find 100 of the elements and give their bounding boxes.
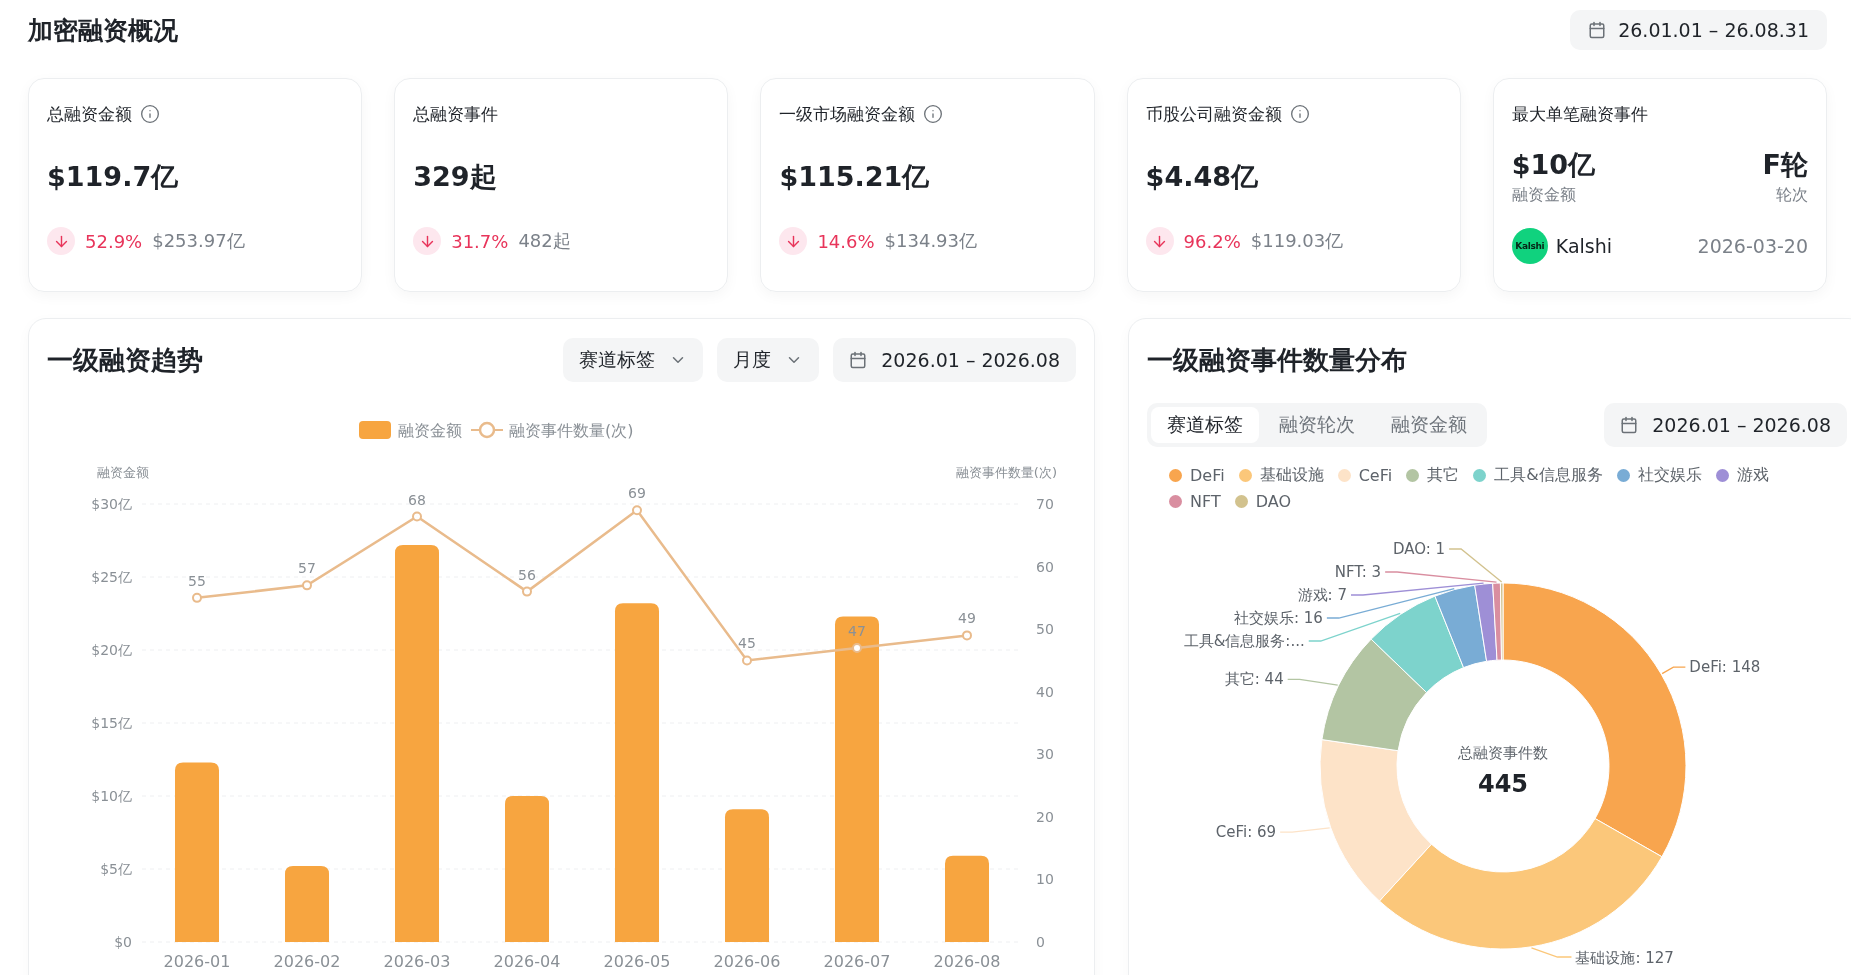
donut-slice[interactable] — [1370, 595, 1465, 693]
previous-value: $134.93亿 — [884, 229, 977, 253]
bar[interactable] — [945, 855, 989, 942]
bar[interactable] — [835, 616, 879, 942]
tick-label: 40 — [1036, 683, 1054, 700]
data-label: 68 — [408, 491, 426, 508]
tick-label: 2026-08 — [933, 952, 1001, 971]
data-label: 56 — [518, 566, 536, 583]
data-label: 69 — [628, 485, 646, 502]
card-title: 最大单笔融资事件 — [1511, 102, 1648, 126]
bar[interactable] — [175, 762, 219, 942]
slice-label: DAO: 1 — [1392, 540, 1446, 558]
info-icon[interactable] — [923, 104, 944, 124]
tick-label: $30亿 — [91, 496, 132, 512]
tab[interactable]: 融资轮次 — [1263, 407, 1371, 443]
info-icon[interactable] — [140, 104, 160, 124]
filter-dropdown[interactable]: 赛道标签 — [563, 338, 704, 382]
tick-label: $0 — [114, 934, 132, 950]
tick-label: 2026-02 — [273, 952, 341, 971]
change-percent: 14.6% — [817, 230, 875, 252]
bar[interactable] — [505, 796, 549, 942]
tick-label: 10 — [1036, 871, 1054, 888]
slice-label: 社交娱乐: 16 — [1233, 609, 1323, 627]
filter-dropdown[interactable]: 月度 — [717, 338, 820, 382]
slice-label: 其它: 44 — [1224, 670, 1284, 689]
data-label: 57 — [298, 560, 316, 577]
amount-label: 融资金额 — [1511, 185, 1576, 206]
legend-item[interactable]: 社交娱乐 — [1616, 465, 1702, 486]
center-label: 总融资事件数 — [1458, 744, 1548, 762]
calendar-icon — [1620, 416, 1639, 434]
leader-line — [1661, 666, 1686, 675]
bar[interactable] — [725, 809, 769, 942]
tick-label: $15亿 — [91, 715, 132, 731]
legend-item[interactable]: 工具&信息服务 — [1473, 465, 1603, 486]
tick-label: 60 — [1036, 558, 1054, 575]
stat-value: $115.21亿 — [779, 160, 931, 194]
legend-item[interactable]: 融资金额 — [359, 421, 462, 440]
panel-title: 一级融资事件数量分布 — [1147, 343, 1408, 377]
tab[interactable]: 赛道标签 — [1151, 407, 1259, 443]
company-name[interactable]: Kalshi — [1555, 235, 1613, 257]
line-point[interactable] — [962, 630, 972, 641]
legend-item[interactable]: DAO — [1234, 492, 1291, 511]
axis-title: 融资事件数量(次) — [955, 465, 1057, 480]
amount-value: $10亿 — [1511, 148, 1596, 182]
legend-item[interactable]: NFT — [1169, 492, 1221, 511]
slice-label: 工具&信息服务:... — [1183, 632, 1305, 650]
tick-label: $5亿 — [100, 861, 132, 877]
donut-slice[interactable] — [1378, 818, 1663, 950]
bar[interactable] — [285, 866, 329, 942]
legend-item[interactable]: 其它 — [1406, 465, 1460, 486]
tick-label: 2026-01 — [163, 952, 231, 971]
leader-line — [1287, 678, 1339, 686]
slice-label: DeFi: 148 — [1689, 658, 1761, 677]
line-point[interactable] — [632, 505, 642, 516]
stat-value: $119.7亿 — [47, 160, 180, 194]
bar[interactable] — [395, 544, 439, 942]
line-point[interactable] — [852, 642, 862, 653]
date-range-picker[interactable]: 2026.01 – 2026.08 — [1604, 403, 1847, 447]
data-label: 55 — [188, 572, 206, 589]
donut-slice[interactable] — [1319, 739, 1432, 902]
date-range-picker[interactable]: 2026.01 – 2026.08 — [833, 338, 1076, 382]
change-percent: 96.2% — [1183, 230, 1241, 252]
line-point[interactable] — [522, 586, 532, 597]
legend-item[interactable]: 融资事件数量(次) — [470, 421, 634, 440]
slice-label: CeFi: 69 — [1215, 823, 1277, 842]
data-label: 49 — [958, 610, 976, 627]
bar[interactable] — [615, 603, 659, 942]
data-label: 47 — [848, 622, 866, 639]
tick-label: 2026-07 — [823, 952, 891, 971]
date-range-picker[interactable]: 26.01.01 – 26.08.31 — [1570, 10, 1827, 50]
legend-item[interactable]: DeFi — [1169, 465, 1225, 486]
legend-item[interactable]: CeFi — [1337, 465, 1393, 486]
tick-label: $25亿 — [91, 569, 132, 585]
change-percent: 31.7% — [451, 230, 509, 252]
line-point[interactable] — [742, 655, 752, 666]
donut-slice[interactable] — [1321, 638, 1428, 752]
tab[interactable]: 融资金额 — [1375, 407, 1483, 443]
calendar-icon — [849, 351, 868, 369]
info-icon[interactable] — [1289, 104, 1310, 124]
donut-slice[interactable] — [1499, 582, 1504, 661]
tick-label: 2026-04 — [493, 952, 561, 971]
donut-slice[interactable] — [1474, 582, 1498, 662]
tick-label: 0 — [1036, 934, 1045, 950]
line-point[interactable] — [412, 511, 422, 522]
legend-item[interactable]: 基础设施 — [1238, 465, 1324, 486]
tick-label: 30 — [1036, 746, 1054, 763]
legend-label: 融资事件数量(次) — [509, 421, 634, 440]
leader-line — [1530, 947, 1573, 958]
slice-label: NFT: 3 — [1334, 563, 1382, 581]
stat-value: $4.48亿 — [1145, 160, 1259, 194]
page-title: 加密融资概况 — [28, 14, 178, 47]
donut-slice[interactable] — [1434, 584, 1488, 669]
tick-label: $20亿 — [91, 642, 132, 658]
line-point[interactable] — [302, 580, 312, 591]
line-point[interactable] — [192, 592, 202, 603]
legend-item[interactable]: 游戏 — [1715, 465, 1769, 486]
axis-title: 融资金额 — [97, 465, 149, 480]
company-logo: Kalshi — [1511, 228, 1548, 264]
event-date: 2026-03-20 — [1697, 235, 1808, 257]
tick-label: 20 — [1036, 808, 1054, 825]
